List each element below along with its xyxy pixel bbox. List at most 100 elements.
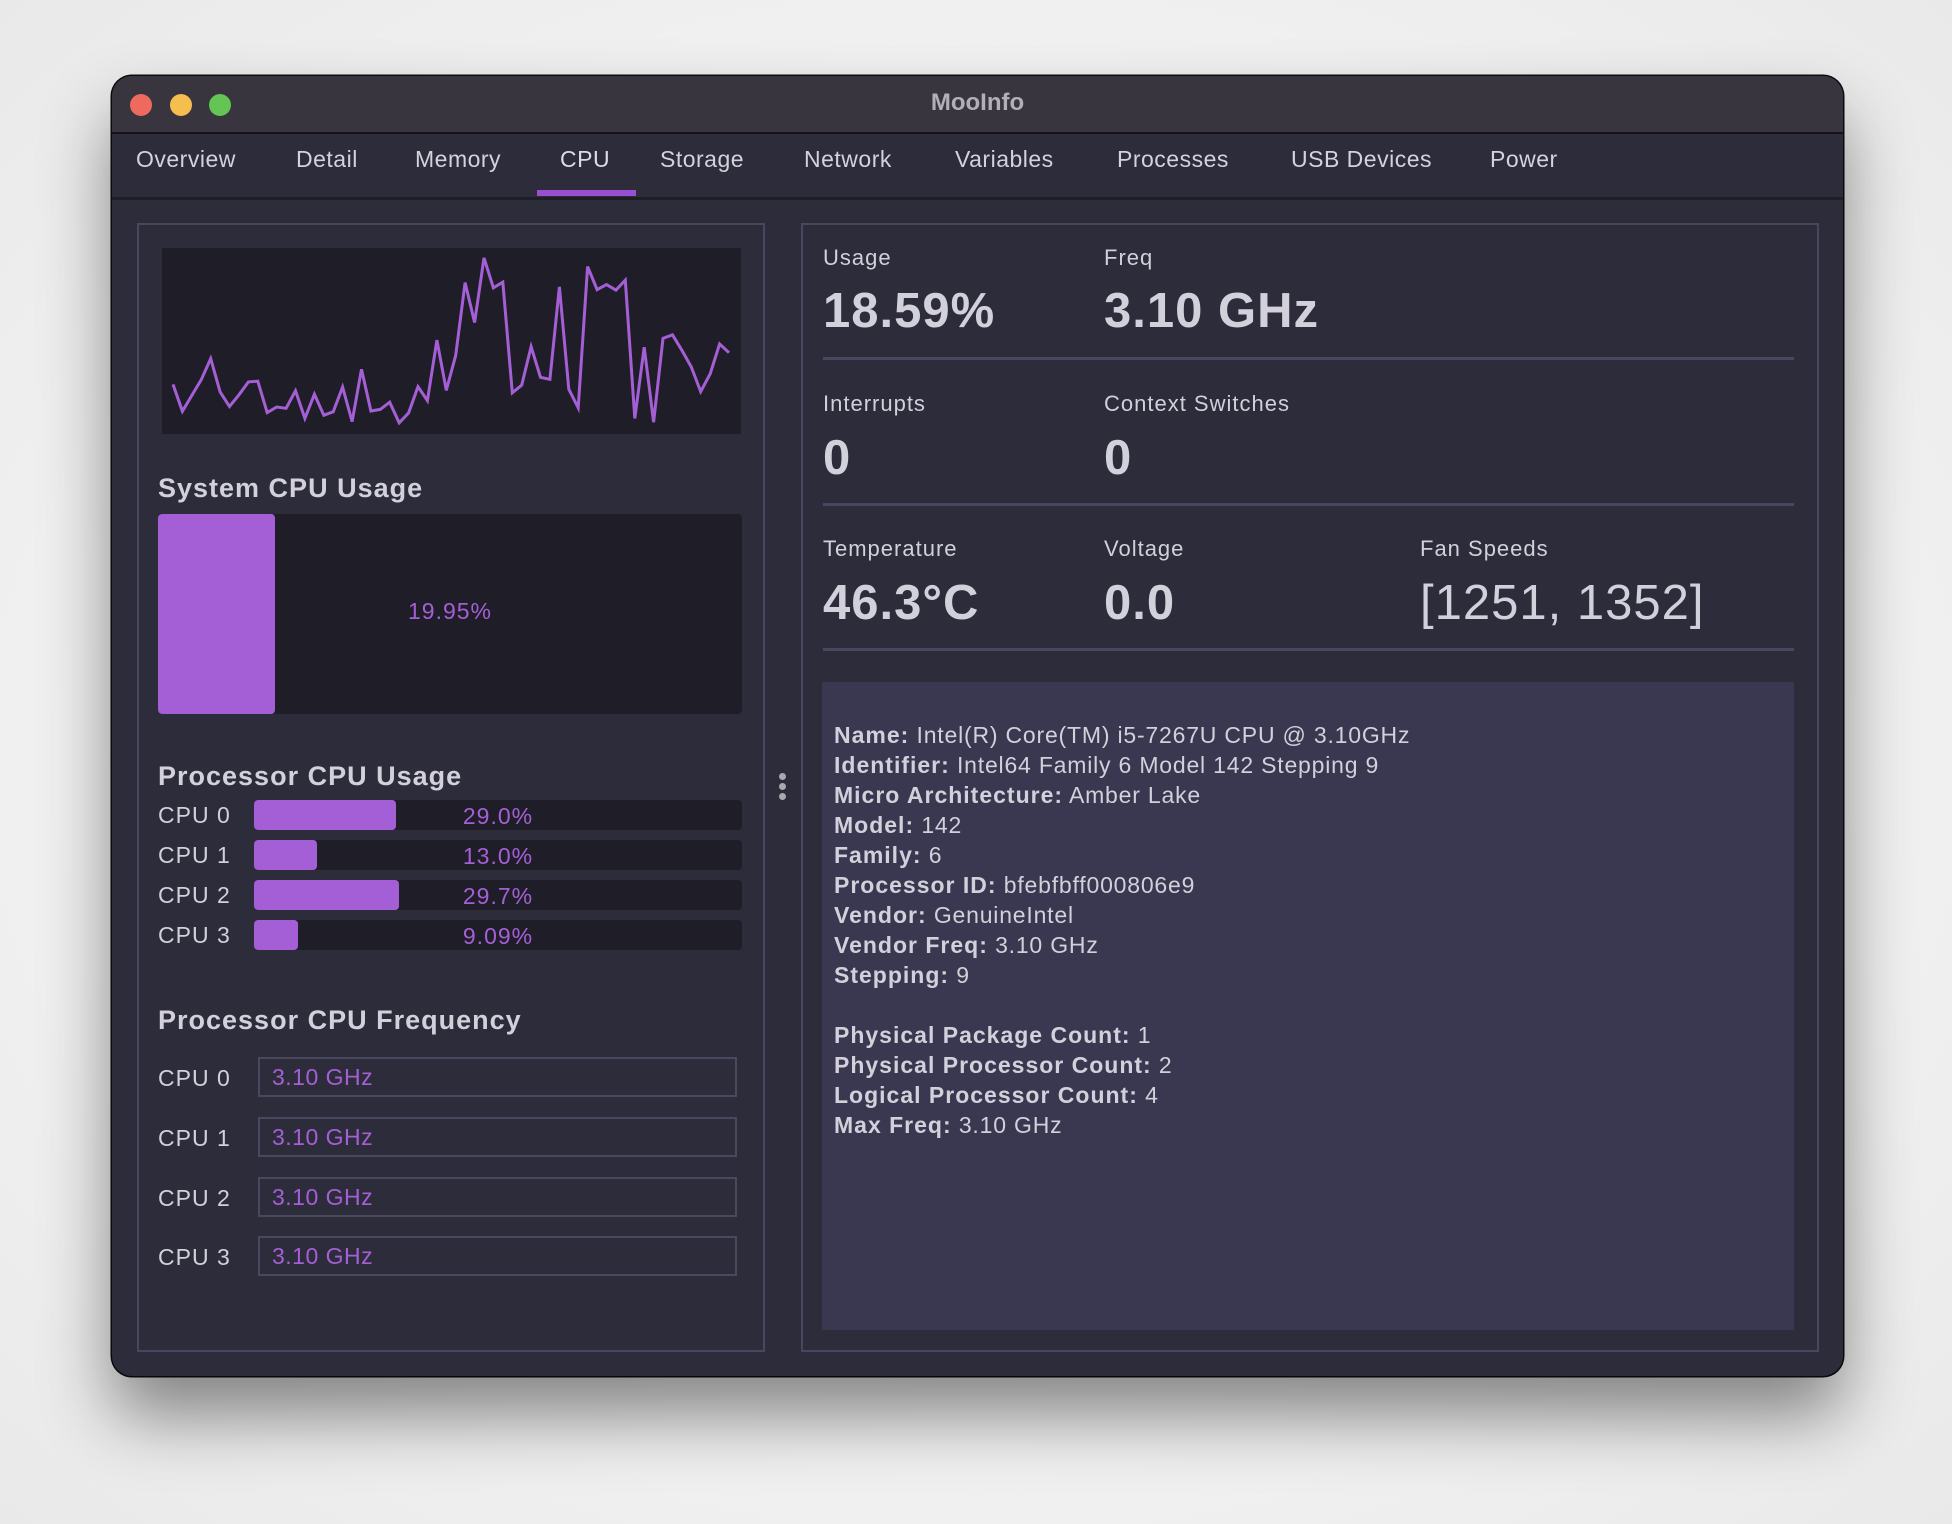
info-value: Amber Lake [1068,782,1201,808]
cpu-count-group: Physical Package Count: 1 Physical Proces… [834,1020,1173,1140]
info-line: Micro Architecture: Amber Lake [834,780,1410,810]
info-line: Processor ID: bfebfbff000806e9 [834,870,1410,900]
tab-storage[interactable]: Storage [660,146,744,197]
info-key: Max Freq: [834,1112,952,1138]
info-value: 9 [956,962,970,988]
tab-variables[interactable]: Variables [955,146,1054,197]
divider [823,503,1794,506]
info-value: 1 [1137,1022,1152,1048]
window-title: MooInfo [930,89,1025,116]
handle-dot-icon [779,783,786,790]
cpu-frequency-field[interactable] [258,1117,737,1157]
tab-processes[interactable]: Processes [1117,146,1229,197]
info-key: Identifier: [834,752,950,778]
cpu-usage-value: 13.0% [462,843,534,869]
cpu-usage-row: CPU 3 9.09% [158,920,758,950]
cpu-usage-value: 29.0% [462,803,534,829]
cpu-usage-bar: 9.09% [254,920,742,950]
info-line: Stepping: 9 [834,960,1410,990]
system-cpu-value: 19.95% [407,598,492,624]
context-switches-label: Context Switches [1104,391,1290,416]
tab-network[interactable]: Network [804,146,892,197]
tab-power[interactable]: Power [1490,146,1558,197]
active-tab-indicator [537,190,636,196]
info-line: Identifier: Intel64 Family 6 Model 142 S… [834,750,1410,780]
usage-label: Usage [823,245,892,270]
cpu-label: CPU 1 [158,842,231,868]
info-line: Logical Processor Count: 4 [834,1080,1173,1110]
temperature-label: Temperature [823,536,958,561]
tab-memory[interactable]: Memory [415,146,501,197]
info-key: Processor ID: [834,872,997,898]
tab-usb-devices[interactable]: USB Devices [1291,146,1432,197]
cpu-usage-panel: System CPU Usage 19.95% Processor CPU Us… [137,223,765,1352]
fan-speeds-value: [1251, 1352] [1420,576,1705,630]
cpu-frequency-field[interactable] [258,1057,737,1097]
cpu-frequency-row: CPU 3 [158,1236,758,1276]
info-line: Max Freq: 3.10 GHz [834,1110,1173,1140]
info-key: Vendor: [834,902,927,928]
cpu-usage-row: CPU 2 29.7% [158,880,758,910]
cpu-history-line [171,257,731,426]
info-value: 3.10 GHz [958,1112,1063,1138]
cpu-label: CPU 3 [158,1244,231,1270]
app-window: MooInfo Overview Detail Memory CPU Stora… [112,76,1843,1376]
info-value: Intel(R) Core(TM) i5-7267U CPU @ 3.10GHz [916,722,1411,748]
info-key: Family: [834,842,922,868]
info-key: Model: [834,812,915,838]
info-key: Micro Architecture: [834,782,1064,808]
tab-detail[interactable]: Detail [296,146,358,197]
info-line: Physical Processor Count: 2 [834,1050,1173,1080]
cpu-frequency-row: CPU 1 [158,1117,758,1157]
info-line: Name: Intel(R) Core(TM) i5-7267U CPU @ 3… [834,720,1410,750]
handle-dot-icon [779,793,786,800]
info-key: Stepping: [834,962,950,988]
cpu-history-chart [162,248,741,434]
divider [823,648,1794,651]
info-value: 2 [1158,1052,1173,1078]
voltage-value: 0.0 [1104,576,1176,630]
cpu-label: CPU 1 [158,1125,231,1151]
cpu-usage-bar: 29.0% [254,800,742,830]
cpu-label: CPU 0 [158,1065,231,1091]
cpu-info-box: Name: Intel(R) Core(TM) i5-7267U CPU @ 3… [822,682,1794,1330]
cpu-usage-row: CPU 1 13.0% [158,840,758,870]
cpu-frequency-field[interactable] [258,1236,737,1276]
cpu-usage-value: 29.7% [462,883,534,909]
processor-usage-heading: Processor CPU Usage [158,761,463,791]
info-key: Name: [834,722,910,748]
info-value: 3.10 GHz [995,932,1099,958]
cpu-history-svg [171,257,731,426]
cpu-details-panel: Usage 18.59% Freq 3.10 GHz Interrupts 0 … [801,223,1819,1352]
cpu-usage-bar: 13.0% [254,840,742,870]
freq-label: Freq [1104,245,1154,270]
cpu-label: CPU 2 [158,1185,231,1211]
interrupts-label: Interrupts [823,391,926,416]
cpu-frequency-field[interactable] [258,1177,737,1217]
title-bar: MooInfo [112,76,1843,134]
processor-frequency-heading: Processor CPU Frequency [158,1005,522,1035]
cpu-frequency-row: CPU 0 [158,1057,758,1097]
interrupts-value: 0 [823,431,852,485]
info-key: Physical Package Count: [834,1022,1131,1048]
info-line: Physical Package Count: 1 [834,1020,1173,1050]
info-value: Intel64 Family 6 Model 142 Stepping 9 [956,752,1380,778]
split-view-handle[interactable] [779,773,787,803]
info-line: Model: 142 [834,810,1410,840]
tab-bar: Overview Detail Memory CPU Storage Netwo… [112,134,1843,200]
cpu-usage-value: 9.09% [462,923,534,949]
info-value: 4 [1145,1082,1159,1108]
cpu-usage-bar: 29.7% [254,880,742,910]
context-switches-value: 0 [1104,431,1133,485]
cpu-label: CPU 0 [158,802,231,828]
system-cpu-heading: System CPU Usage [158,473,424,503]
voltage-label: Voltage [1104,536,1185,561]
cpu-info-group: Name: Intel(R) Core(TM) i5-7267U CPU @ 3… [834,720,1410,990]
info-line: Family: 6 [834,840,1410,870]
info-value: bfebfbff000806e9 [1003,872,1196,898]
info-line: Vendor Freq: 3.10 GHz [834,930,1410,960]
info-value: 142 [921,812,963,838]
tab-overview[interactable]: Overview [136,146,236,197]
freq-value: 3.10 GHz [1104,284,1319,338]
temperature-value: 46.3°C [823,576,980,630]
